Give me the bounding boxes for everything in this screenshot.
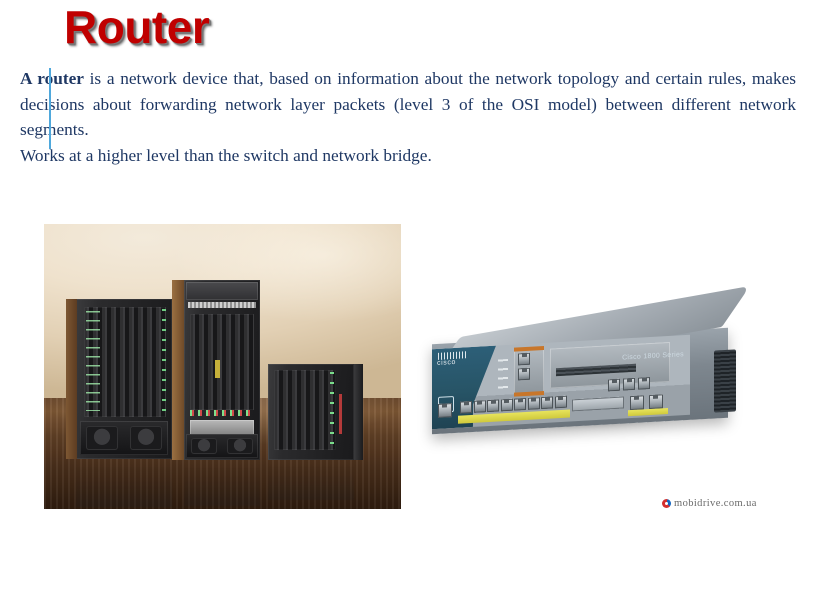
chassis-center-line-cards <box>190 314 254 410</box>
rj45-port <box>608 378 620 392</box>
router-voice-label-strip <box>628 408 668 417</box>
router-status-leds <box>498 358 508 390</box>
chassis-router-right <box>268 364 363 460</box>
rj45-port <box>518 352 530 366</box>
swirl-icon <box>662 499 671 508</box>
chassis-center-power-supplies <box>186 434 258 458</box>
rj45-port <box>473 400 486 413</box>
rj45-port <box>649 394 663 410</box>
router-compact-flash-slot <box>572 396 624 412</box>
rj45-port <box>623 377 635 391</box>
image-cisco-1800-router[interactable]: cisco Cisco 1800 Series <box>424 285 764 448</box>
cisco-wordmark: cisco <box>437 358 456 367</box>
chassis-right-status-leds <box>330 372 334 448</box>
chassis-right-reflection <box>268 460 354 500</box>
rj45-port <box>514 397 526 411</box>
rj45-port <box>638 377 650 390</box>
chassis-left-side-panel <box>66 299 77 459</box>
rj45-port <box>487 399 499 413</box>
router-wic-rj45-ports <box>518 352 530 381</box>
watermark-text: mobidrive.com.ua <box>674 498 757 509</box>
router-uplink-port-row <box>608 377 650 392</box>
slide-canvas: Router A router is a network device that… <box>0 0 816 613</box>
chassis-center-reflection <box>184 460 260 506</box>
paragraph-comparison: Works at a higher level than the switch … <box>20 145 432 165</box>
page-title: Router <box>64 1 210 53</box>
chassis-right-line-cards <box>274 370 336 450</box>
rj45-port <box>518 367 530 381</box>
rj45-port <box>554 395 567 409</box>
chassis-left-status-leds <box>86 311 100 411</box>
router-front-panel: cisco Cisco 1800 Series <box>432 334 690 430</box>
rj45-port <box>527 397 540 410</box>
chassis-left-reflection <box>76 459 172 507</box>
rj45-port <box>460 400 472 414</box>
watermark: mobidrive.com.ua <box>662 498 757 509</box>
rj45-port <box>500 398 513 412</box>
paragraph-definition-rest: is a network device that, based on infor… <box>20 69 796 140</box>
chassis-center-interface-leds <box>190 410 254 416</box>
router-fe0-port <box>438 403 452 418</box>
chassis-router-center <box>172 280 260 460</box>
chassis-router-left <box>66 299 172 459</box>
paragraph-lead-term: A router <box>20 69 84 88</box>
text-cursor-caret <box>49 68 51 149</box>
chassis-center-side-panel <box>172 280 184 460</box>
chassis-center-vent-strip <box>188 302 256 308</box>
rj45-port <box>630 395 644 411</box>
chassis-center-top-module <box>186 282 258 300</box>
rj45-port <box>541 396 553 410</box>
router-wic-label-lower <box>514 390 544 397</box>
body-text-block[interactable]: A router is a network device that, based… <box>20 66 796 168</box>
chassis-left-power-supplies <box>80 421 168 455</box>
chassis-left-port-leds <box>162 309 166 413</box>
image-cisco-chassis-routers[interactable] <box>44 224 401 509</box>
chassis-center-amber-indicator <box>215 360 220 378</box>
router-side-vents <box>714 349 736 413</box>
chassis-right-alarm-led <box>339 394 342 434</box>
chassis-right-side-panel <box>354 364 363 460</box>
paragraph-definition: A router is a network device that, based… <box>20 66 796 143</box>
